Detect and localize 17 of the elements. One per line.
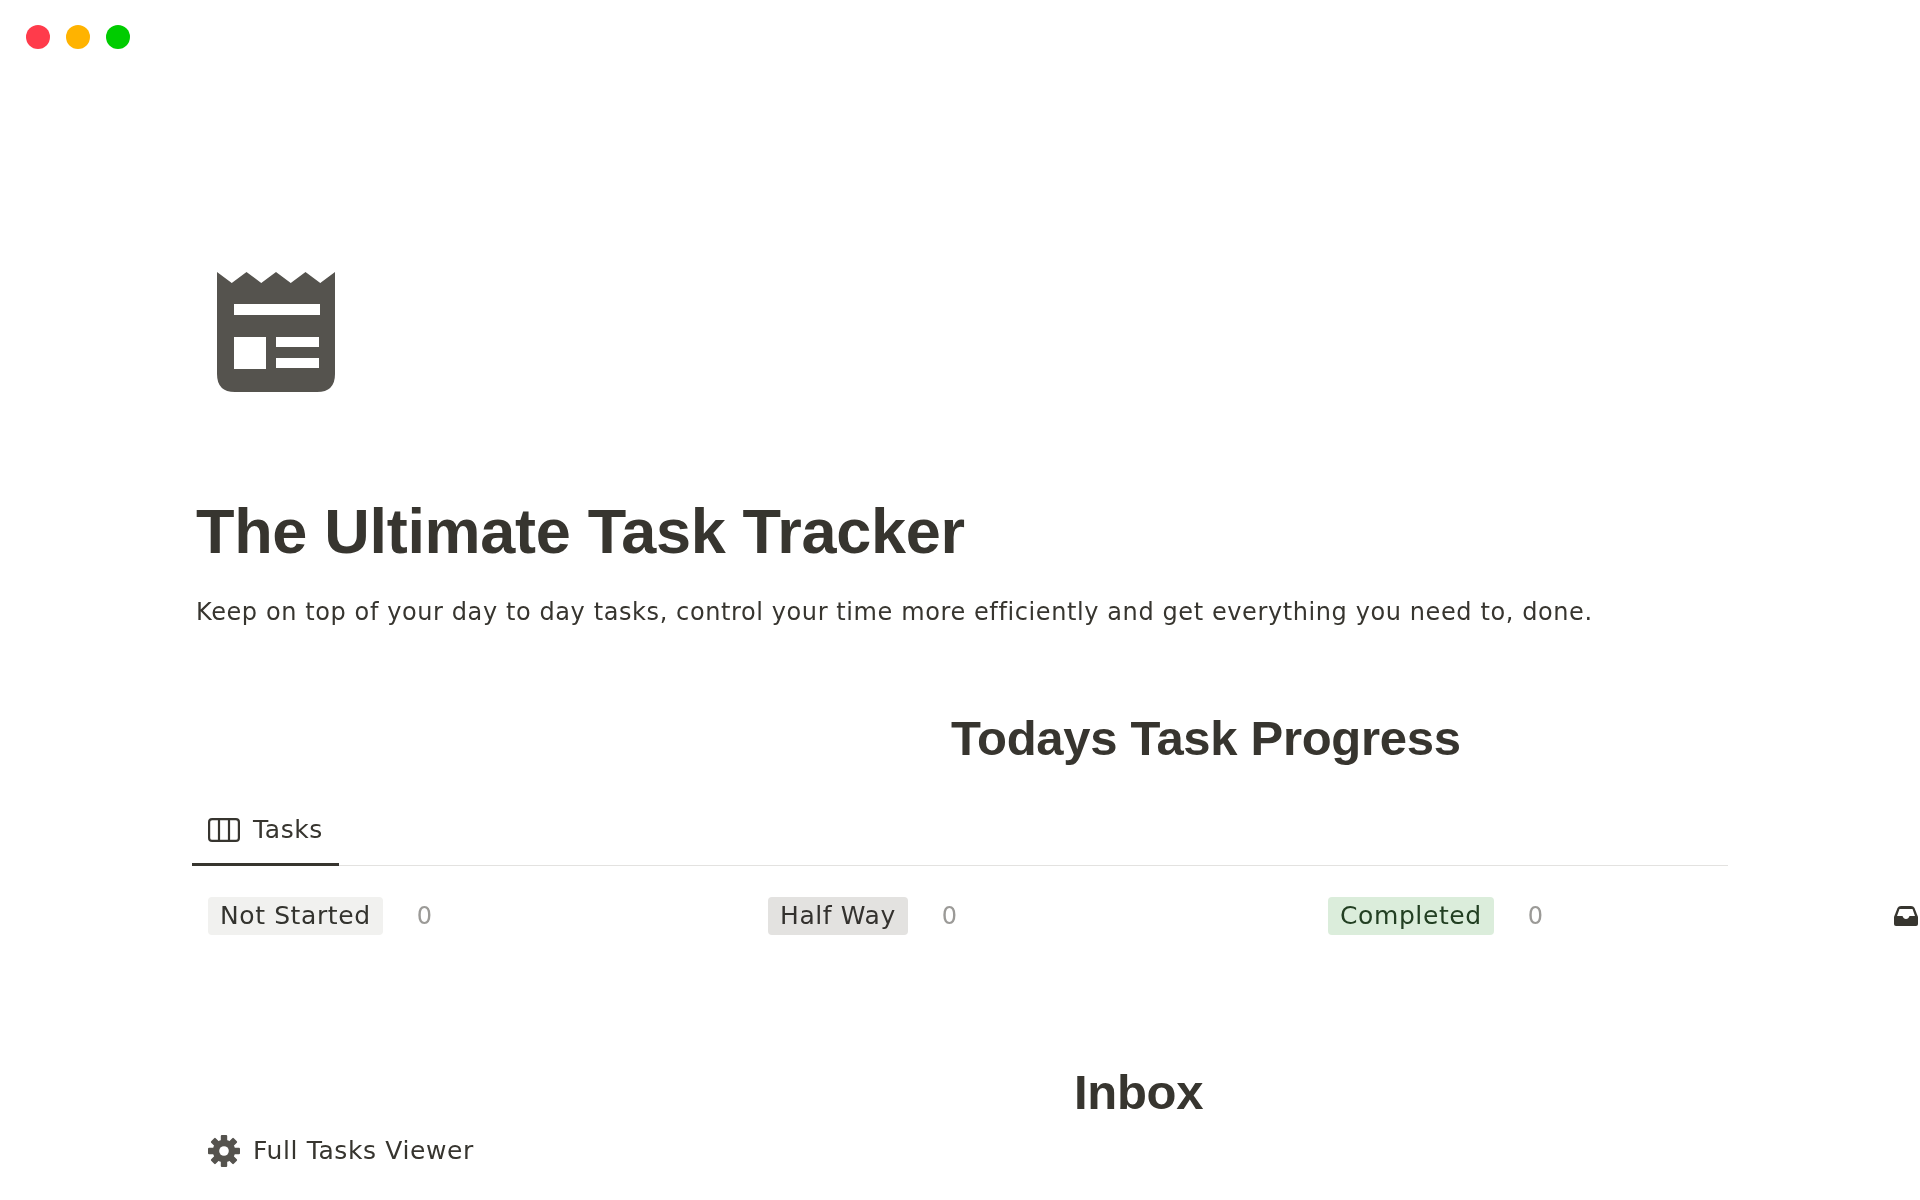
columns-icon: [208, 817, 240, 842]
minimize-button[interactable]: [66, 25, 90, 49]
section-heading: Inbox: [1074, 1065, 1204, 1119]
zoom-button[interactable]: [106, 25, 130, 49]
newspaper-icon: [217, 272, 335, 392]
view-tab[interactable]: Full Tasks Viewer: [192, 1127, 490, 1187]
group-count: 0: [1527, 902, 1544, 930]
section-heading: Todays Task Progress: [951, 711, 1461, 765]
group-count: 0: [416, 902, 432, 930]
status-label: Half Way: [768, 897, 908, 935]
status-label: Completed: [1328, 897, 1494, 935]
page-title: The Ultimate Task Tracker: [196, 495, 965, 567]
close-button[interactable]: [26, 25, 50, 49]
page-description: Keep on top of your day to day tasks, control your time more efficiently and get everything you need to, done.: [196, 597, 1593, 628]
status-label: Not Started: [208, 897, 383, 935]
view-tab[interactable]: Tasks: [192, 806, 339, 866]
group-count: 0: [941, 902, 958, 930]
